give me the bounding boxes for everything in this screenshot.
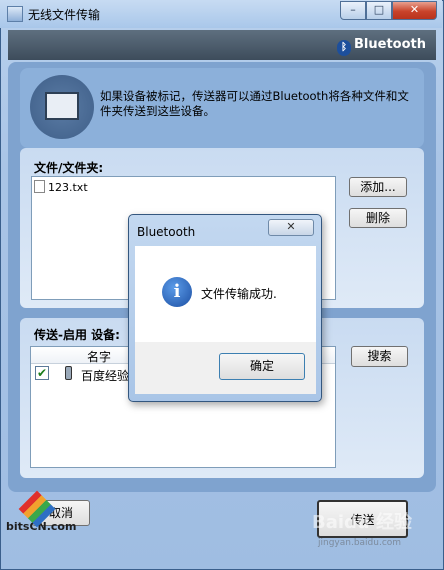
add-button[interactable]: 添加... bbox=[349, 177, 407, 197]
delete-button[interactable]: 删除 bbox=[349, 208, 407, 228]
info-icon: i bbox=[162, 277, 192, 307]
file-item-name: 123.txt bbox=[48, 181, 88, 194]
file-transfer-icon bbox=[45, 92, 79, 120]
dialog-close-button[interactable]: ✕ bbox=[268, 219, 314, 236]
file-item[interactable]: 123.txt bbox=[34, 180, 88, 194]
close-button[interactable]: ✕ bbox=[392, 1, 437, 20]
text-file-icon bbox=[34, 180, 45, 193]
baidu-watermark-url: jingyan.baidu.com bbox=[318, 538, 402, 548]
app-icon bbox=[7, 6, 23, 22]
window-title: 无线文件传输 bbox=[28, 8, 101, 22]
send-devices-label: 传送-启用 设备: bbox=[34, 328, 120, 342]
bluetooth-brand-text: Bluetooth bbox=[354, 37, 426, 52]
search-button[interactable]: 搜索 bbox=[351, 346, 408, 367]
bluetooth-logo: ᛒ Bluetooth bbox=[337, 37, 426, 56]
bluetooth-banner: ᛒ Bluetooth bbox=[8, 30, 436, 60]
ok-button[interactable]: 确定 bbox=[219, 353, 305, 380]
maximize-button[interactable]: □ bbox=[366, 1, 392, 20]
phone-icon bbox=[65, 366, 72, 380]
minimize-button[interactable]: – bbox=[340, 1, 366, 20]
dialog-message: 文件传输成功. bbox=[201, 287, 277, 301]
column-header-name[interactable]: 名字 bbox=[87, 348, 111, 365]
bluetooth-icon: ᛒ bbox=[337, 40, 352, 56]
intro-text: 如果设备被标记，传送器可以通过Bluetooth将各种文件和文件夹传送到这些设备… bbox=[100, 89, 409, 118]
bitscn-watermark: bitsCN.com bbox=[6, 490, 76, 533]
device-name[interactable]: 百度经验 bbox=[81, 367, 129, 384]
baidu-watermark: Baidu 经验 bbox=[312, 512, 413, 533]
title-bar: 无线文件传输 – □ ✕ bbox=[0, 0, 442, 28]
dialog-title: Bluetooth bbox=[137, 225, 196, 239]
device-checkbox[interactable]: ✔ bbox=[35, 366, 49, 380]
files-label: 文件/文件夹: bbox=[34, 161, 104, 175]
